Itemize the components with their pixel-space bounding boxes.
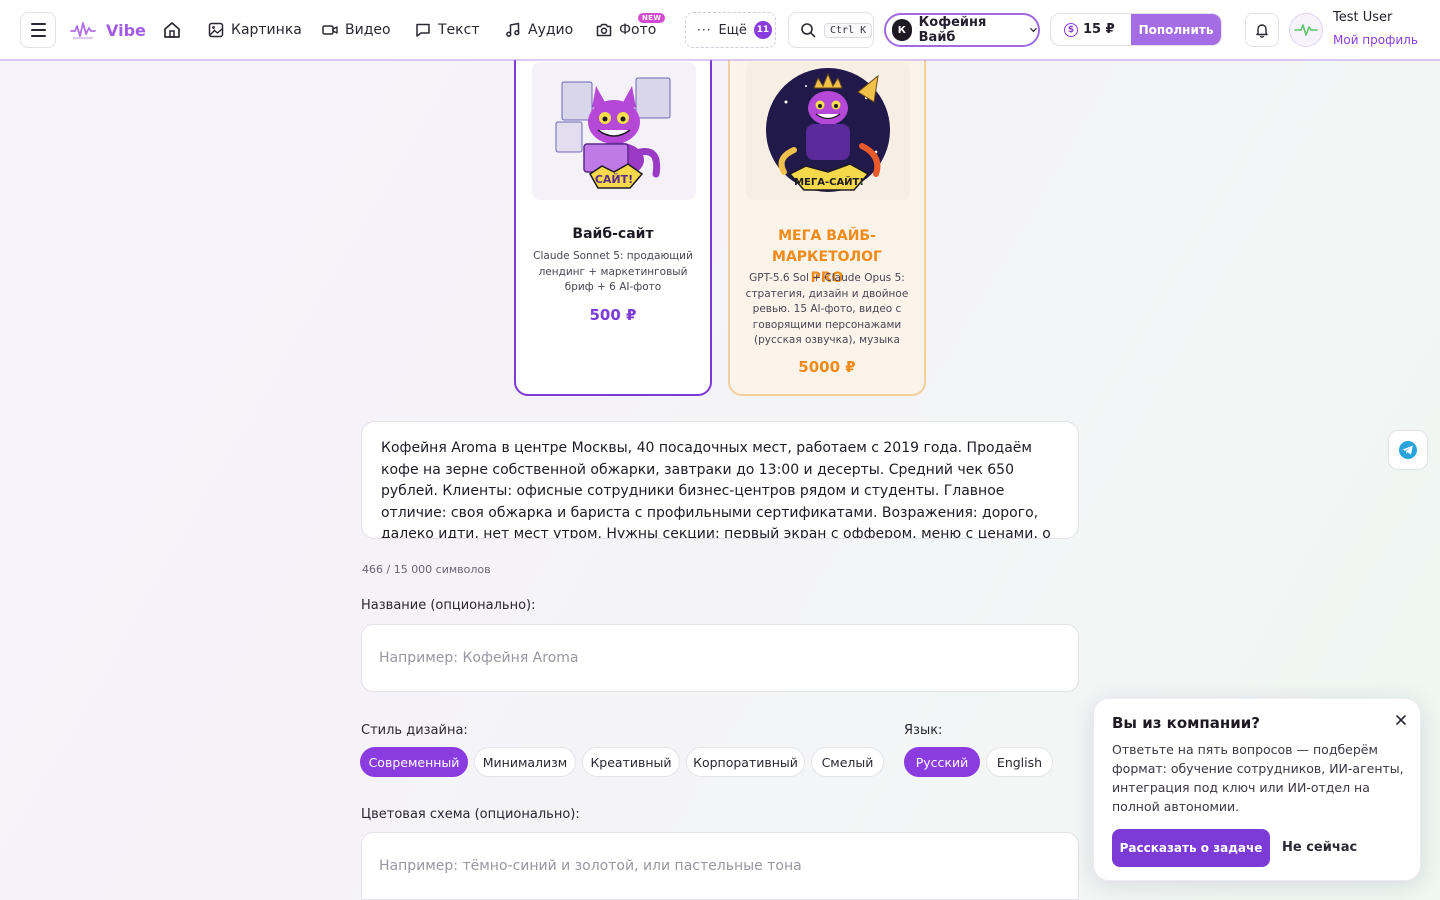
video-icon	[322, 25, 338, 35]
card-description: GPT-5.6 Sol + Claude Opus 5: стратегия, …	[745, 272, 909, 346]
logo-waveform-icon	[70, 22, 96, 39]
bell-icon	[1256, 24, 1268, 38]
logo[interactable]: Vibe	[70, 18, 146, 42]
nav-video[interactable]: Видео	[322, 18, 391, 42]
nav-image-label: Картинка	[231, 22, 302, 38]
nav-video-label: Видео	[345, 22, 391, 38]
tell-about-task-button[interactable]: Рассказать о задаче	[1112, 829, 1270, 867]
more-button[interactable]: ··· Ещё 11	[685, 12, 776, 48]
more-dots-icon: ···	[697, 23, 712, 37]
nav-text-label: Текст	[438, 22, 480, 38]
name-label: Название (опционально):	[361, 598, 536, 613]
plan-card-basic[interactable]: САЙТ! Вайб-сайт Claude Sonnet 5: продающ…	[514, 40, 712, 396]
style-chip-corporate[interactable]: Корпоративный	[686, 747, 805, 777]
style-chip-bold[interactable]: Смелый	[811, 747, 884, 777]
logo-text: Vibe	[106, 20, 146, 40]
user-name: Test User	[1333, 10, 1393, 25]
workspace-name: Кофейня Вайб	[918, 15, 987, 45]
language-label: Язык:	[904, 723, 943, 738]
popup-title: Вы из компании?	[1112, 714, 1260, 732]
pulse-icon	[1294, 24, 1318, 36]
hamburger-icon-line	[30, 35, 46, 37]
nav-text[interactable]: Текст	[415, 18, 479, 42]
balance-value: 15 ₽	[1083, 22, 1115, 37]
color-scheme-label: Цветовая схема (опционально):	[361, 807, 580, 822]
cat-rocket-illustration: МЕГА-САЙТ!	[746, 62, 910, 200]
card-badge-text: САЙТ!	[595, 173, 633, 186]
not-now-button[interactable]: Не сейчас	[1282, 840, 1357, 855]
profile-link[interactable]: Мой профиль	[1333, 33, 1418, 47]
workspace-avatar: К	[892, 19, 912, 41]
workspace-selector[interactable]: К Кофейня Вайб	[884, 13, 1040, 47]
chat-icon	[416, 23, 430, 37]
search-shortcut: Ctrl K	[824, 22, 873, 38]
business-description-textarea[interactable]: Кофейня Aroma в центре Москвы, 40 посадо…	[361, 421, 1079, 539]
plan-card-pro[interactable]: МЕГА-САЙТ! МЕГА ВАЙБ-МАРКЕТОЛОГ PRO GPT-…	[728, 40, 926, 396]
card-description: Claude Sonnet 5: продающий лендинг + мар…	[533, 250, 693, 293]
color-scheme-input[interactable]: Например: тёмно-синий и золотой, или пас…	[361, 832, 1079, 900]
music-icon	[506, 22, 520, 37]
top-bar: Vibe Картинка Видео Текст Аудио Фото NEW…	[0, 0, 1440, 60]
hamburger-icon-line	[30, 23, 46, 25]
card-price: 500 ₽	[589, 306, 637, 324]
balance-display: $ 15 ₽	[1051, 22, 1131, 37]
telegram-icon	[1399, 441, 1417, 459]
home-icon[interactable]	[161, 19, 183, 41]
balance-group: $ 15 ₽ Пополнить	[1050, 13, 1222, 46]
cat-laptop-illustration: САЙТ!	[532, 62, 696, 200]
more-label: Ещё	[718, 22, 747, 38]
topup-button[interactable]: Пополнить	[1131, 14, 1221, 45]
style-label: Стиль дизайна:	[361, 723, 468, 738]
style-chip-creative[interactable]: Креативный	[582, 747, 680, 777]
language-chip-russian[interactable]: Русский	[904, 747, 980, 777]
more-count-badge: 11	[753, 21, 772, 39]
search-button[interactable]: Ctrl K	[788, 12, 874, 48]
search-icon	[801, 23, 816, 38]
camera-icon	[596, 23, 612, 37]
new-badge: NEW	[638, 13, 666, 23]
telegram-button[interactable]	[1388, 430, 1428, 470]
image-icon	[208, 22, 224, 38]
close-icon[interactable]	[1393, 712, 1409, 728]
nav-image[interactable]: Картинка	[208, 18, 302, 42]
notifications-button[interactable]	[1245, 13, 1279, 47]
style-chip-modern[interactable]: Современный	[360, 747, 468, 777]
menu-button[interactable]	[20, 12, 56, 48]
card-price: 5000 ₽	[798, 358, 856, 376]
nav-audio-label: Аудио	[528, 22, 574, 38]
company-popup: Вы из компании? Ответьте на пять вопросо…	[1093, 698, 1421, 881]
card-badge-text: МЕГА-САЙТ!	[794, 175, 864, 188]
chevron-down-icon	[1030, 28, 1037, 33]
card-title: Вайб-сайт	[572, 226, 654, 242]
style-chip-minimalism[interactable]: Минимализм	[474, 747, 576, 777]
name-input[interactable]: Например: Кофейня Aroma	[361, 624, 1079, 692]
nav-photo-label: Фото	[619, 22, 657, 38]
nav-audio[interactable]: Аудио	[505, 18, 573, 42]
hamburger-icon-line	[30, 29, 46, 31]
avatar[interactable]	[1289, 13, 1323, 47]
language-chip-english[interactable]: English	[986, 747, 1053, 777]
coin-icon: $	[1064, 22, 1078, 37]
popup-text: Ответьте на пять вопросов — подберём фор…	[1112, 742, 1404, 814]
char-counter: 466 / 15 000 символов	[362, 563, 491, 576]
